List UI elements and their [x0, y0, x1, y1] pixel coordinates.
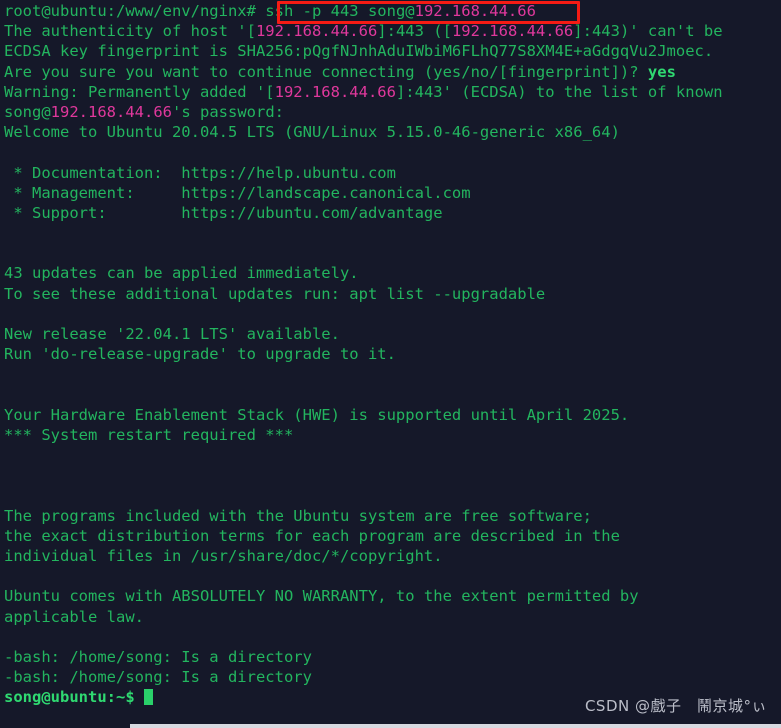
text-cursor [143, 689, 153, 706]
terminal-text-span: New release '22.04.1 LTS' available. [4, 325, 340, 343]
terminal-line: the exact distribution terms for each pr… [4, 526, 781, 546]
terminal-text-span: Ubuntu comes with ABSOLUTELY NO WARRANTY… [4, 587, 639, 606]
window-bottom-strip-left [0, 724, 130, 728]
terminal-line: Run 'do-release-upgrade' to upgrade to i… [4, 344, 781, 364]
terminal-text-span: To see these additional updates run: apt… [4, 284, 546, 303]
terminal-line: Welcome to Ubuntu 20.04.5 LTS (GNU/Linux… [4, 122, 781, 142]
terminal-text-span: 192.168.44.66 [274, 82, 396, 101]
terminal-text-span: root@ubuntu:/www/env/nginx# [4, 2, 266, 20]
terminal-text-span: -bash: /home/song: Is a directory [4, 668, 312, 687]
terminal-line: * Support: https://ubuntu.com/advantage [4, 203, 781, 223]
terminal-text-span: yes [647, 62, 676, 81]
terminal-line: -bash: /home/song: Is a directory [4, 647, 781, 667]
terminal-text-span: 192.168.44.66 [414, 2, 536, 20]
terminal-line: The authenticity of host '[192.168.44.66… [4, 21, 781, 41]
terminal-line: individual files in /usr/share/doc/*/cop… [4, 546, 781, 566]
terminal-text-span: * Documentation: https://help.ubuntu.com [4, 163, 396, 182]
terminal-line: To see these additional updates run: apt… [4, 284, 781, 304]
terminal-text-span: 192.168.44.66 [451, 22, 574, 41]
terminal-line: applicable law. [4, 607, 781, 627]
terminal-text-span: ]:443)' can't be [573, 22, 723, 41]
terminal-text-span: 192.168.44.66 [255, 22, 378, 41]
terminal-text-span: the exact distribution terms for each pr… [4, 526, 620, 545]
terminal-text-span: * Management: https://landscape.canonica… [4, 183, 471, 202]
terminal-output[interactable]: root@ubuntu:/www/env/nginx# ssh -p 443 s… [4, 1, 781, 708]
terminal-text-span: song@ubuntu:~$ [4, 688, 144, 707]
terminal-text-span: ECDSA key fingerprint is SHA256:pQgfNJnh… [4, 42, 714, 61]
terminal-text-span: 192.168.44.66 [50, 102, 172, 121]
terminal-text-span: Your Hardware Enablement Stack (HWE) is … [4, 405, 630, 424]
terminal-line: ECDSA key fingerprint is SHA256:pQgfNJnh… [4, 41, 781, 61]
terminal-text-span: applicable law. [4, 607, 144, 626]
terminal-line: Ubuntu comes with ABSOLUTELY NO WARRANTY… [4, 586, 781, 606]
terminal-text-span: The authenticity of host '[ [4, 22, 256, 41]
terminal-window[interactable]: root@ubuntu:/www/env/nginx# ssh -p 443 s… [0, 0, 781, 728]
terminal-line: * Documentation: https://help.ubuntu.com [4, 163, 781, 183]
terminal-line: root@ubuntu:/www/env/nginx# ssh -p 443 s… [4, 1, 781, 21]
terminal-line: *** System restart required *** [4, 425, 781, 445]
terminal-text-span: *** System restart required *** [4, 425, 294, 444]
terminal-text-span: Are you sure you want to continue connec… [4, 62, 648, 81]
terminal-line: Warning: Permanently added '[192.168.44.… [4, 82, 781, 102]
terminal-text-span: The programs included with the Ubuntu sy… [4, 506, 592, 525]
terminal-text-span: Welcome to Ubuntu 20.04.5 LTS (GNU/Linux… [4, 123, 620, 142]
terminal-text-span: -bash: /home/song: Is a directory [4, 648, 312, 666]
terminal-line: 43 updates can be applied immediately. [4, 263, 781, 283]
terminal-text-span: ]:443' (ECDSA) to the list of known [395, 82, 723, 101]
terminal-text-span: individual files in /usr/share/doc/*/cop… [4, 547, 443, 566]
terminal-text-span: ]:443 ([ [377, 22, 452, 41]
terminal-line: -bash: /home/song: Is a directory [4, 667, 781, 687]
terminal-text-span: 's password: [172, 102, 284, 121]
terminal-text-span: song@ [4, 102, 51, 121]
terminal-line: Your Hardware Enablement Stack (HWE) is … [4, 405, 781, 425]
terminal-line: * Management: https://landscape.canonica… [4, 183, 781, 203]
terminal-line: Are you sure you want to continue connec… [4, 62, 781, 82]
terminal-line: New release '22.04.1 LTS' available. [4, 324, 781, 344]
terminal-text-span: Run 'do-release-upgrade' to upgrade to i… [4, 345, 396, 364]
terminal-line: The programs included with the Ubuntu sy… [4, 506, 781, 526]
terminal-text-span: ssh -p 443 song@ [265, 2, 415, 20]
terminal-text-span: 43 updates can be applied immediately. [4, 264, 359, 283]
terminal-text-span: Warning: Permanently added '[ [4, 82, 275, 101]
terminal-text-span: * Support: https://ubuntu.com/advantage [4, 203, 443, 222]
terminal-line: song@192.168.44.66's password: [4, 102, 781, 122]
terminal-line: song@ubuntu:~$ [4, 687, 781, 707]
